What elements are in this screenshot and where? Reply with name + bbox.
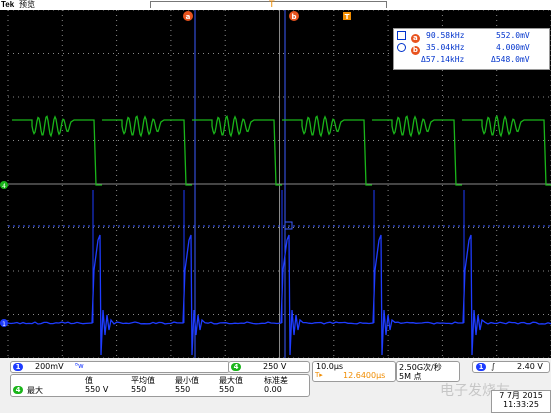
measurement-std: 0.00 (264, 385, 282, 394)
cursor-a-frequency: 90.58kHz (426, 31, 465, 40)
measurement-mean: 550 (131, 385, 146, 394)
measurement-min: 550 (175, 385, 190, 394)
measurement-box[interactable]: 4 最大 值 平均值 最小值 最大值 标准差 550 V 550 550 550… (10, 374, 310, 397)
trigger-tag[interactable]: T (343, 12, 351, 21)
trigger-label: T (345, 13, 350, 21)
datetime-box: 7 7月 2015 11:33:25 (491, 390, 551, 413)
cursor-a-voltage: 552.0mV (496, 31, 530, 40)
cursor-a-label: a (186, 13, 191, 21)
trigger-source-badge: 1 (476, 362, 486, 371)
ch4-badge-2: 4 (231, 362, 241, 371)
cursor-b-frequency: 35.04kHz (426, 43, 465, 52)
waveform-display[interactable]: a b T 4 1 a 90.58kHz 552.0mV b 35.04kHz … (0, 10, 551, 358)
time-label: 11:33:25 (492, 400, 550, 409)
trigger-delay-icon: T▸ (315, 371, 323, 379)
top-status-bar: Tek 预览 T (0, 0, 551, 10)
trigger-position-marker[interactable]: T (269, 0, 275, 10)
ch4-waveform (12, 116, 551, 185)
acquisition-box[interactable]: 2.50G次/秒 5M 点 (396, 361, 460, 382)
measurement-name: 最大 (27, 385, 43, 396)
trigger-box[interactable]: 1 ∫ 2.40 V (472, 361, 550, 373)
measurement-channel-badge: 4 (13, 385, 23, 394)
cursor-a-icon: a (397, 31, 420, 43)
cursor-delta-frequency: Δ57.14kHz (421, 55, 464, 64)
brand-logo: Tek (1, 0, 14, 10)
acquisition-mode-label: 预览 (19, 0, 35, 10)
cursor-b-icon: b (397, 43, 420, 55)
cursor-b-label: b (291, 13, 296, 21)
trigger-delay: 12.6400µs (343, 371, 385, 380)
measurement-value: 550 V (85, 385, 108, 394)
ch1-scale-box[interactable]: 1 200mV ᴮw 4 (10, 361, 230, 373)
measurement-max: 550 (219, 385, 234, 394)
cursor-b-voltage: 4.000mV (496, 43, 530, 52)
ch4-scale: 250 V (263, 362, 286, 371)
trigger-level: 2.40 V (517, 362, 543, 371)
ch1-badge: 1 (13, 362, 23, 371)
cursor-delta-voltage: Δ548.0mV (491, 55, 530, 64)
status-panel: 1 200mV ᴮw 4 4 250 V 4 最大 值 平均值 最小值 最大值 … (0, 358, 551, 413)
ch1-scale: 200mV (35, 362, 64, 371)
cursor-b-tag[interactable]: b (289, 11, 299, 21)
record-length: 5M 点 (399, 371, 422, 382)
trigger-slope-icon: ∫ (491, 362, 495, 371)
ch4-ground-label: 4 (2, 183, 6, 190)
cursor-a-tag[interactable]: a (183, 11, 193, 21)
ch1-ground-marker[interactable]: 1 (0, 319, 8, 328)
ch1-ground-label: 1 (2, 321, 6, 328)
ch4-ground-marker[interactable]: 4 (0, 181, 8, 190)
ch1-coupling-icon: ᴮw (75, 362, 84, 370)
timebase-box[interactable]: 10.0µs T▸ 12.6400µs (312, 361, 396, 382)
cursor-readout-panel: a 90.58kHz 552.0mV b 35.04kHz 4.000mV Δ5… (393, 28, 550, 70)
timebase-scale: 10.0µs (316, 362, 343, 371)
date-label: 7 7月 2015 (492, 391, 550, 400)
ch4-scale-box[interactable]: 4 250 V (228, 361, 310, 373)
